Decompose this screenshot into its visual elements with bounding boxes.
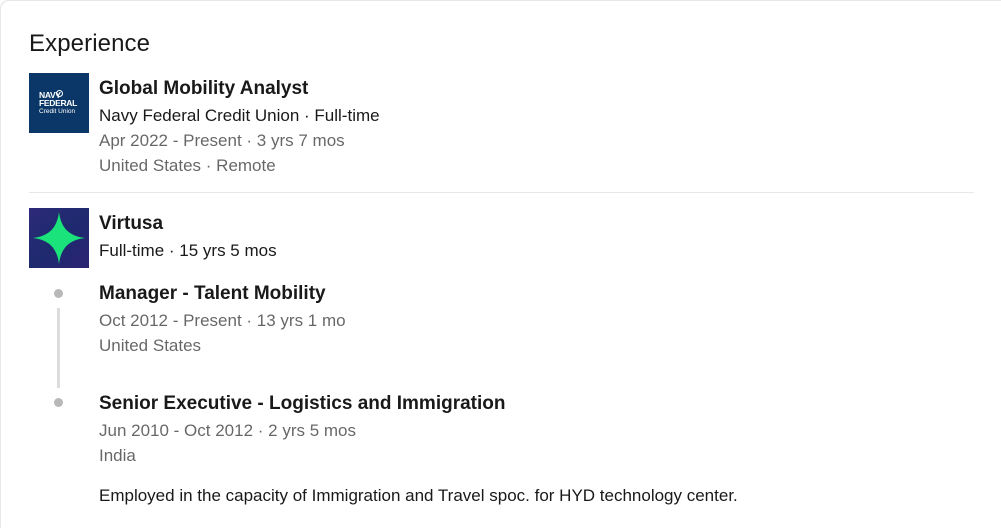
date-range: Apr 2022 - Present · 3 yrs 7 mos [99,131,345,150]
company-tenure: Full-time · 15 yrs 5 mos [99,241,277,260]
virtusa-logo[interactable] [29,208,89,268]
experience-card: Experience NAVY FEDERAL Credit Union Glo… [0,0,1001,528]
role-dates: Jun 2010 - Oct 2012 · 2 yrs 5 mos [99,421,357,440]
divider [29,192,974,193]
seal-icon [56,90,63,97]
company-name: Navy Federal Credit Union · Full-time [99,106,380,125]
role-title[interactable]: Manager - Talent Mobility [99,282,326,306]
timeline-dot [54,289,63,298]
location: United States · Remote [99,156,276,175]
logo-line-2: FEDERAL [39,98,78,108]
role-dates: Oct 2012 - Present · 13 yrs 1 mo [99,311,346,330]
job-title[interactable]: Global Mobility Analyst [99,77,308,101]
star-icon [33,212,85,264]
role-description: Employed in the capacity of Immigration … [99,486,738,505]
role-location: United States [99,336,202,355]
timeline-line [57,308,60,388]
role-title[interactable]: Senior Executive - Logistics and Immigra… [99,392,505,416]
section-title: Experience [29,30,151,57]
role-location: India [99,446,136,465]
company-title[interactable]: Virtusa [99,212,163,236]
logo-line-3: Credit Union [39,108,76,115]
timeline-dot [54,398,63,407]
navy-federal-logo[interactable]: NAVY FEDERAL Credit Union [29,73,89,133]
